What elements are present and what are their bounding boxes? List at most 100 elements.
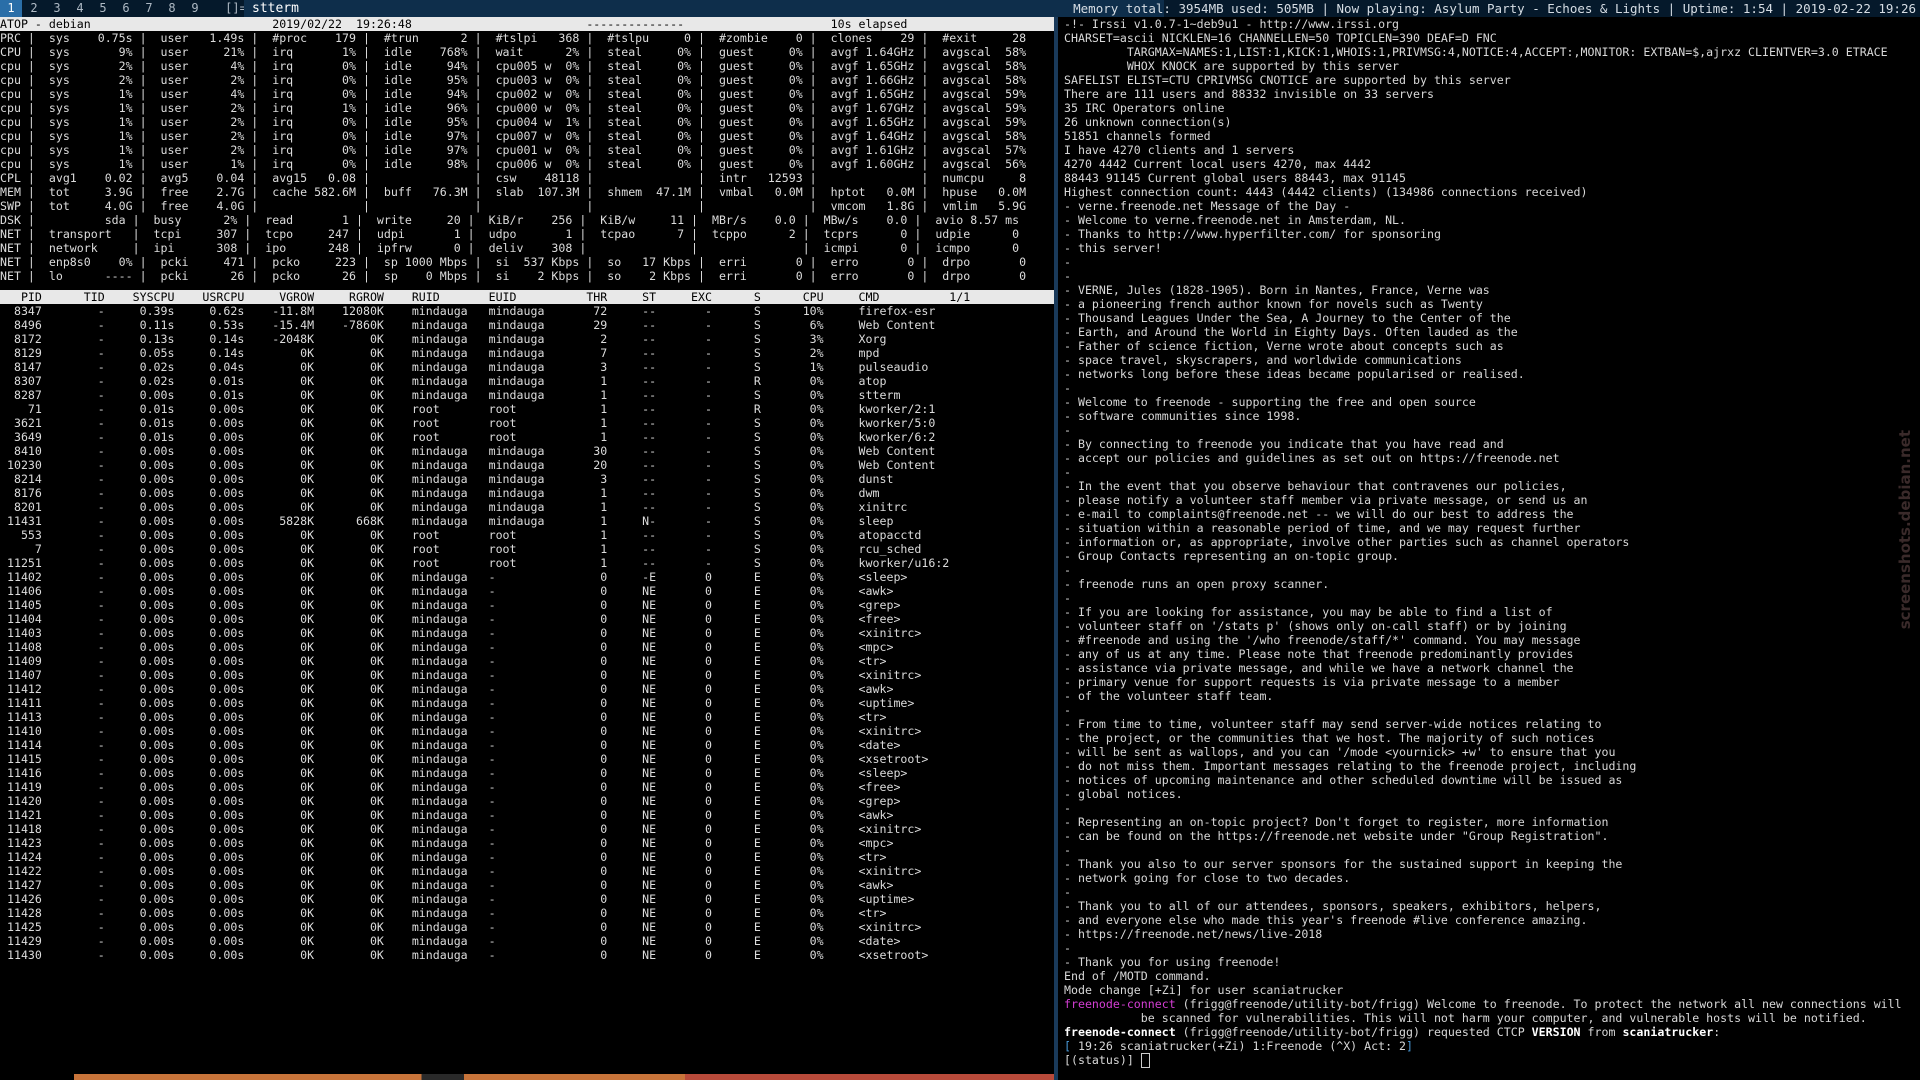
table-row: 11407 - 0.00s 0.00s 0K 0K mindauga - 0 N… <box>0 668 922 682</box>
irc-message-line: - a pioneering french author known for n… <box>1064 297 1483 311</box>
irc-message-line: - will be sent as wallops, and you can '… <box>1064 745 1616 759</box>
irc-message-line: - information or, as appropriate, involv… <box>1064 535 1630 549</box>
irc-message-line: - global notices. <box>1064 787 1183 801</box>
workspace-tag-8[interactable]: 8 <box>161 0 183 17</box>
irc-message-line: - <box>1064 885 1071 899</box>
workspace-tag-5[interactable]: 5 <box>92 0 114 17</box>
ctcp-end: : <box>1713 1025 1721 1039</box>
table-row: 11423 - 0.00s 0.00s 0K 0K mindauga - 0 N… <box>0 836 894 850</box>
stat-row: DSK | sda | busy 2% | read 1 | write 20 … <box>0 213 1020 227</box>
table-row: 7 - 0.00s 0.00s 0K 0K root root 1 -- - S… <box>0 542 922 556</box>
irc-message-line: - #freenode and using the '/who freenode… <box>1064 633 1581 647</box>
irc-message-line: - By connecting to freenode you indicate… <box>1064 437 1504 451</box>
workspace-tag-4[interactable]: 4 <box>69 0 91 17</box>
status-bracket-close: ] <box>1406 1039 1414 1053</box>
irc-message-line: - <box>1064 563 1071 577</box>
stat-row: cpu | sys 1% | user 4% | irq 0% | idle 9… <box>0 87 1027 101</box>
atop-terminal[interactable]: ATOP - debian 2019/02/22 19:26:48 ------… <box>0 17 1054 1074</box>
irc-message-line: - <box>1064 941 1071 955</box>
irc-message-line: - Representing an on-topic project? Don'… <box>1064 815 1609 829</box>
table-row: 3649 - 0.01s 0.00s 0K 0K root root 1 -- … <box>0 430 936 444</box>
table-row: 11424 - 0.00s 0.00s 0K 0K mindauga - 0 N… <box>0 850 887 864</box>
table-row: 8201 - 0.00s 0.00s 0K 0K mindauga mindau… <box>0 500 908 514</box>
irc-message-line: 26 unknown connection(s) <box>1064 115 1232 129</box>
stat-row: cpu | sys 2% | user 4% | irq 0% | idle 9… <box>0 59 1027 73</box>
irc-message-line: - <box>1064 255 1071 269</box>
irssi-terminal[interactable]: -!- Irssi v1.0.7-1~deb9u1 - http://www.i… <box>1058 17 1920 1080</box>
irc-message-line: - <box>1064 703 1071 717</box>
table-row: 10230 - 0.00s 0.00s 0K 0K mindauga minda… <box>0 458 936 472</box>
ctcp-nick: freenode-connect <box>1064 1025 1176 1039</box>
table-row: 11404 - 0.00s 0.00s 0K 0K mindauga - 0 N… <box>0 612 901 626</box>
irc-message-line: - any of us at any time. Please note tha… <box>1064 647 1574 661</box>
irc-message-line: Highest connection count: 4443 (4442 cli… <box>1064 185 1588 199</box>
ctcp-from: from <box>1580 1025 1623 1039</box>
stat-row: cpu | sys 1% | user 2% | irq 0% | idle 9… <box>0 129 1027 143</box>
irssi-notices: freenode-connect (frigg@freenode/utility… <box>1058 997 1920 1039</box>
table-row: 11402 - 0.00s 0.00s 0K 0K mindauga - 0 -… <box>0 570 908 584</box>
irc-message-line: - notices of upcoming maintenance and ot… <box>1064 773 1623 787</box>
table-row: 11410 - 0.00s 0.00s 0K 0K mindauga - 0 N… <box>0 724 922 738</box>
stat-row: NET | lo ---- | pcki 26 | pcko 26 | sp 0… <box>0 269 1027 283</box>
table-row: 11403 - 0.00s 0.00s 0K 0K mindauga - 0 N… <box>0 626 922 640</box>
notice-text: (frigg@freenode/utility-bot/frigg) Welco… <box>1175 997 1902 1011</box>
process-table: 8347 - 0.39s 0.62s -11.8M 12080K mindaug… <box>0 304 1054 962</box>
workspace-tag-1[interactable]: 1 <box>0 0 22 17</box>
irc-message-line: - <box>1064 269 1071 283</box>
stat-row: cpu | sys 1% | user 2% | irq 0% | idle 9… <box>0 115 1027 129</box>
status-bar-text: 19:26 scaniatrucker(+Zi) 1:Freenode (^X)… <box>1070 1039 1407 1053</box>
irc-message-line: Mode change [+Zi] for user scaniatrucker <box>1064 983 1344 997</box>
table-row: 11427 - 0.00s 0.00s 0K 0K mindauga - 0 N… <box>0 878 894 892</box>
irc-message-line: - can be found on the https://freenode.n… <box>1064 829 1609 843</box>
irc-message-line: 35 IRC Operators online <box>1064 101 1225 115</box>
irc-message-line: - <box>1064 801 1071 815</box>
stat-row: SWP | tot 4.0G | free 4.0G | | | | | | v… <box>0 199 1027 213</box>
irc-message-line: TARGMAX=NAMES:1,LIST:1,KICK:1,WHOIS:1,PR… <box>1064 45 1888 59</box>
stat-row: NET | enp8s0 0% | pcki 471 | pcko 223 | … <box>0 255 1027 269</box>
atop-header: ATOP - debian 2019/02/22 19:26:48 ------… <box>0 17 1054 31</box>
ctcp-text: (frigg@freenode/utility-bot/frigg) reque… <box>1175 1025 1532 1039</box>
table-row: 11425 - 0.00s 0.00s 0K 0K mindauga - 0 N… <box>0 920 922 934</box>
irc-message-line: I have 4270 clients and 1 servers <box>1064 143 1295 157</box>
table-row: 11426 - 0.00s 0.00s 0K 0K mindauga - 0 N… <box>0 892 915 906</box>
wallpaper-strip <box>0 1074 1054 1080</box>
irc-message-line: - VERNE, Jules (1828-1905). Born in Nant… <box>1064 283 1490 297</box>
irc-message-line: - freenode runs an open proxy scanner. <box>1064 577 1330 591</box>
irc-message-line: WHOX KNOCK are supported by this server <box>1064 59 1400 73</box>
table-row: 11431 - 0.00s 0.00s 5828K 668K mindauga … <box>0 514 894 528</box>
workspace-tag-3[interactable]: 3 <box>46 0 68 17</box>
table-row: 11408 - 0.00s 0.00s 0K 0K mindauga - 0 N… <box>0 640 894 654</box>
irc-message-line: - Group Contacts representing an on-topi… <box>1064 549 1400 563</box>
table-row: 3621 - 0.01s 0.00s 0K 0K root root 1 -- … <box>0 416 936 430</box>
irc-message-line: - Welcome to freenode - supporting the f… <box>1064 395 1476 409</box>
text-cursor <box>1140 1053 1150 1068</box>
irssi-input-line[interactable]: [(status)] <box>1058 1053 1920 1068</box>
irc-message-line: - <box>1064 591 1071 605</box>
input-prompt: [(status)] <box>1064 1053 1141 1067</box>
irc-message-line: - Welcome to verne.freenode.net in Amste… <box>1064 213 1407 227</box>
workspace-tag-6[interactable]: 6 <box>115 0 137 17</box>
table-row: 11251 - 0.00s 0.00s 0K 0K root root 1 --… <box>0 556 950 570</box>
stat-row: MEM | tot 3.9G | free 2.7G | cache 582.6… <box>0 185 1027 199</box>
irc-message-line: 51851 channels formed <box>1064 129 1211 143</box>
table-row: 8129 - 0.05s 0.14s 0K 0K mindauga mindau… <box>0 346 880 360</box>
irc-message-line: - Earth, and Around the World in Eighty … <box>1064 325 1518 339</box>
workspace-tag-7[interactable]: 7 <box>138 0 160 17</box>
irc-message-line: - networks long before these ideas becam… <box>1064 367 1525 381</box>
irc-message-line: - Thank you also to our server sponsors … <box>1064 857 1623 871</box>
irc-message-line: 88443 91145 Current global users 88443, … <box>1064 171 1407 185</box>
irc-message-line: - Thank you for using freenode! <box>1064 955 1281 969</box>
table-row: 553 - 0.00s 0.00s 0K 0K root root 1 -- -… <box>0 528 922 542</box>
stat-row: CPU | sys 9% | user 21% | irq 1% | idle … <box>0 45 1027 59</box>
irc-message-line: - space travel, skyscrapers, and worldwi… <box>1064 353 1462 367</box>
workspace-tag-2[interactable]: 2 <box>23 0 45 17</box>
irc-message-line: - Father of science fiction, Verne wrote… <box>1064 339 1504 353</box>
irc-message-line: - Thank you to all of our attendees, spo… <box>1064 899 1602 913</box>
table-row: 11422 - 0.00s 0.00s 0K 0K mindauga - 0 N… <box>0 864 922 878</box>
irc-message-line: - do not miss them. Important messages r… <box>1064 759 1637 773</box>
table-row: 8172 - 0.13s 0.14s -2048K 0K mindauga mi… <box>0 332 887 346</box>
workspace-tag-9[interactable]: 9 <box>184 0 206 17</box>
irc-message-line: - software communities since 1998. <box>1064 409 1302 423</box>
irc-message-line: - <box>1064 423 1071 437</box>
table-row: 11412 - 0.00s 0.00s 0K 0K mindauga - 0 N… <box>0 682 894 696</box>
